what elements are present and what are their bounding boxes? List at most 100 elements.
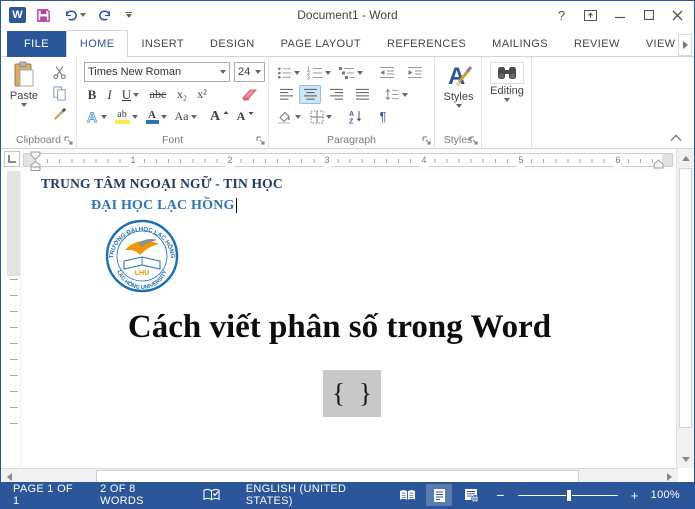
read-mode-button[interactable] xyxy=(394,484,420,506)
bullets-icon xyxy=(277,66,292,80)
close-button[interactable] xyxy=(663,2,692,28)
tab-stop-selector[interactable] xyxy=(4,151,20,167)
paragraph-dialog-launcher[interactable] xyxy=(422,136,431,145)
clear-formatting-button[interactable] xyxy=(237,85,261,104)
bullets-button[interactable] xyxy=(275,63,301,82)
italic-button[interactable]: I xyxy=(102,85,117,104)
styles-dialog-launcher[interactable] xyxy=(469,136,478,145)
highlight-dropdown-arrow xyxy=(132,115,138,119)
clipboard-dialog-launcher[interactable] xyxy=(64,136,73,145)
font-family-combobox[interactable]: Times New Roman xyxy=(84,62,230,82)
print-layout-icon xyxy=(433,488,446,503)
maximize-button[interactable] xyxy=(634,2,663,28)
tab-page-layout[interactable]: PAGE LAYOUT xyxy=(268,31,374,57)
align-center-button[interactable] xyxy=(299,85,321,104)
format-painter-button[interactable] xyxy=(47,105,71,124)
tab-view[interactable]: VIEW xyxy=(633,31,689,57)
increase-indent-icon xyxy=(407,66,423,79)
superscript-button[interactable]: x² xyxy=(193,85,211,104)
text-effects-icon: A xyxy=(85,109,99,124)
underline-dropdown-arrow[interactable] xyxy=(133,93,139,97)
scroll-down-button[interactable] xyxy=(678,451,694,467)
font-family-value: Times New Roman xyxy=(88,66,181,78)
align-right-button[interactable] xyxy=(325,85,347,104)
editing-button[interactable]: Editing xyxy=(486,62,528,126)
ribbon-display-icon xyxy=(584,10,597,21)
language-indicator[interactable]: ENGLISH (UNITED STATES) xyxy=(240,482,388,508)
tab-file[interactable]: FILE xyxy=(7,31,66,57)
shading-button[interactable] xyxy=(275,107,303,126)
collapse-ribbon-button[interactable] xyxy=(670,134,682,142)
subscript-button[interactable]: x₂ xyxy=(173,85,191,104)
justify-button[interactable] xyxy=(351,85,373,104)
copy-icon xyxy=(52,86,67,101)
text-cursor xyxy=(236,198,238,213)
proofing-status[interactable] xyxy=(197,482,226,508)
text-effects-button[interactable]: A xyxy=(84,107,108,126)
vertical-scroll-thumb[interactable] xyxy=(679,168,692,428)
paste-button[interactable]: Paste xyxy=(6,61,42,131)
align-left-button[interactable] xyxy=(275,85,297,104)
cut-button[interactable] xyxy=(47,63,71,82)
ribbon-display-options-button[interactable] xyxy=(576,2,605,28)
show-hide-formatting-button[interactable]: ¶ xyxy=(373,107,393,126)
font-group-label: Font xyxy=(77,134,268,146)
arrow-up-icon xyxy=(682,156,690,161)
bold-button[interactable]: B xyxy=(84,85,100,104)
minimize-button[interactable] xyxy=(605,2,634,28)
tab-home[interactable]: HOME xyxy=(66,30,129,57)
font-color-button[interactable]: A xyxy=(143,107,169,126)
multilevel-list-button[interactable] xyxy=(337,63,365,82)
tab-references[interactable]: REFERENCES xyxy=(374,31,479,57)
borders-button[interactable] xyxy=(307,107,335,126)
word-window: W xyxy=(0,0,695,509)
horizontal-ruler[interactable]: 1 2 3 4 5 6 xyxy=(23,153,673,167)
zoom-in-button[interactable]: + xyxy=(631,488,639,503)
binoculars-icon xyxy=(497,65,517,81)
font-family-dropdown-arrow xyxy=(220,70,226,74)
font-dialog-launcher[interactable] xyxy=(256,136,265,145)
tab-mailings[interactable]: MAILINGS xyxy=(479,31,561,57)
increase-indent-button[interactable] xyxy=(403,63,427,82)
decrease-indent-button[interactable] xyxy=(375,63,399,82)
zoom-slider-handle[interactable] xyxy=(566,489,572,502)
tab-insert[interactable]: INSERT xyxy=(128,31,197,57)
strikethrough-button[interactable]: abc xyxy=(145,85,171,104)
indent-markers-left[interactable] xyxy=(30,151,41,171)
university-logo: TRƯỜNG ĐẠI HỌC LẠC HỒNG LẠC HỒNG UNIVERS… xyxy=(105,219,179,293)
vertical-scrollbar[interactable] xyxy=(676,149,694,468)
font-color-bar xyxy=(146,120,159,124)
zoom-slider[interactable] xyxy=(518,495,618,496)
tab-review[interactable]: REVIEW xyxy=(561,31,633,57)
numbering-button[interactable]: 123 xyxy=(305,63,333,82)
indent-marker-right[interactable] xyxy=(653,159,664,169)
highlight-color-bar xyxy=(115,120,130,124)
print-layout-button[interactable] xyxy=(426,484,452,506)
grow-font-button[interactable]: A xyxy=(209,107,231,126)
word-count[interactable]: 2 OF 8 WORDS xyxy=(94,482,181,508)
field-close-brace: } xyxy=(359,378,372,409)
ribbon: Paste xyxy=(1,57,694,149)
font-size-combobox[interactable]: 24 xyxy=(234,62,265,82)
page-indicator[interactable]: PAGE 1 OF 1 xyxy=(7,482,82,508)
tab-design[interactable]: DESIGN xyxy=(197,31,268,57)
zoom-out-button[interactable]: − xyxy=(496,487,504,503)
copy-button[interactable] xyxy=(47,84,71,103)
line-spacing-button[interactable] xyxy=(381,85,411,104)
styles-button[interactable]: A Styles xyxy=(439,62,478,126)
change-case-button[interactable]: Aa xyxy=(172,107,199,126)
highlight-color-button[interactable]: ab xyxy=(112,107,140,126)
sort-button[interactable]: A Z xyxy=(343,107,367,126)
window-controls: ? xyxy=(547,1,692,29)
view-shortcuts xyxy=(388,482,490,508)
web-layout-button[interactable] xyxy=(458,484,484,506)
scroll-up-button[interactable] xyxy=(678,150,694,166)
help-button[interactable]: ? xyxy=(547,2,576,28)
zoom-level[interactable]: 100% xyxy=(645,482,686,508)
bullets-dropdown-arrow xyxy=(294,71,300,75)
shrink-font-button[interactable]: A xyxy=(235,107,257,126)
document-page[interactable]: TRUNG TÂM NGOẠI NGỮ - TIN HỌC ĐẠI HỌC LẠ… xyxy=(1,171,678,468)
underline-button[interactable]: U xyxy=(119,85,142,104)
status-bar: PAGE 1 OF 1 2 OF 8 WORDS ENGLISH (UNITED… xyxy=(1,482,694,508)
paste-dropdown-arrow[interactable] xyxy=(21,103,27,107)
